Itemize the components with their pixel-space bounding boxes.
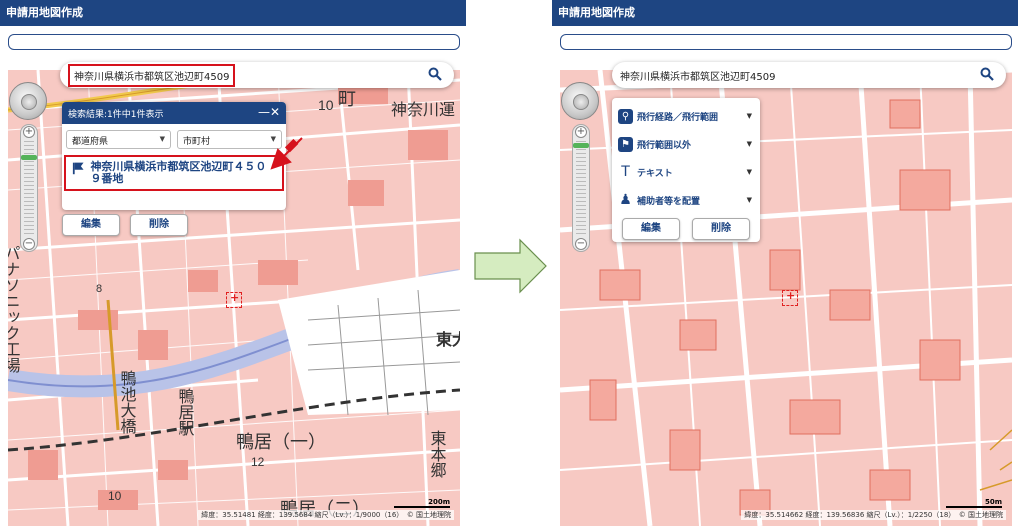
text-icon: T xyxy=(621,163,630,180)
svg-text:12: 12 xyxy=(251,455,265,469)
coordinates-readout: 緯度：35.514662 経度：139.56836 縮尺（Lv.）：1/2250… xyxy=(741,510,1006,520)
chevron-down-icon: ▼ xyxy=(746,112,752,120)
zoom-out-icon[interactable]: − xyxy=(23,238,35,250)
zoom-in-icon[interactable]: + xyxy=(23,126,35,138)
tool-text[interactable]: T テキスト ▼ xyxy=(618,158,754,186)
tool-flight-path[interactable]: ⚲ 飛行経路／飛行範囲 ▼ xyxy=(618,102,754,130)
result-count: 検索結果:1件中1件表示 xyxy=(68,110,164,120)
svg-text:鴨居（一）: 鴨居（一） xyxy=(236,432,326,452)
prefecture-select-value: 都道府県 xyxy=(72,137,109,147)
edit-button[interactable]: 編集 xyxy=(62,214,120,236)
result-item-label: 神奈川県横浜市都筑区池辺町４５０９番地 xyxy=(90,160,267,185)
svg-text:東大: 東大 xyxy=(436,330,460,349)
delete-button[interactable]: 削除 xyxy=(692,218,750,240)
coordinates-readout: 緯度：35.51481 経度：139.5684 縮尺（Lv.）：1/9000（1… xyxy=(198,510,454,520)
search-icon[interactable] xyxy=(980,67,994,81)
zoom-knob[interactable] xyxy=(573,143,589,148)
zoom-ticks xyxy=(576,141,586,237)
search-result-panel: 検索結果:1件中1件表示 —✕ 都道府県 ▼ 市町村 ▼ 神奈川県横浜市都筑区池… xyxy=(62,102,286,210)
scale-bar: 200m xyxy=(394,498,450,508)
svg-text:鴨居駅: 鴨居駅 xyxy=(176,388,195,436)
pan-control[interactable] xyxy=(561,82,599,120)
svg-text:東本郷: 東本郷 xyxy=(428,430,447,478)
right-panel: 申請用地図作成 50m 緯度：35.514662 xyxy=(552,0,1018,530)
prefecture-select[interactable]: 都道府県 ▼ xyxy=(66,130,171,149)
city-select[interactable]: 市町村 ▼ xyxy=(177,130,282,149)
delete-button[interactable]: 削除 xyxy=(130,214,188,236)
drawing-tool-panel: ⚲ 飛行経路／飛行範囲 ▼ ⚑ 飛行範囲以外 ▼ T テキスト ▼ ♟ 補助者等… xyxy=(612,98,760,242)
search-bar[interactable]: 神奈川県横浜市都筑区池辺町4509 xyxy=(612,62,1006,88)
svg-text:10: 10 xyxy=(318,97,334,113)
search-input[interactable]: 神奈川県横浜市都筑区池辺町4509 xyxy=(68,63,236,87)
action-buttons: 編集 削除 xyxy=(62,214,188,236)
city-select-value: 市町村 xyxy=(183,137,211,147)
zoom-in-icon[interactable]: + xyxy=(575,126,587,138)
svg-text:町: 町 xyxy=(338,89,356,109)
transition-arrow-icon xyxy=(474,238,547,294)
close-icon[interactable]: —✕ xyxy=(258,105,280,119)
top-input[interactable] xyxy=(560,34,1012,50)
area-pin-icon: ⚑ xyxy=(618,136,633,152)
app-title: 申請用地図作成 xyxy=(0,0,466,26)
scale-bar: 50m xyxy=(946,498,1002,508)
result-item[interactable]: 神奈川県横浜市都筑区池辺町４５０９番地 xyxy=(64,155,284,191)
top-input[interactable] xyxy=(8,34,460,50)
pan-control[interactable] xyxy=(9,82,47,120)
tool-label: 飛行経路／飛行範囲 xyxy=(637,112,719,123)
zoom-knob[interactable] xyxy=(21,155,37,160)
search-icon[interactable] xyxy=(428,67,442,81)
zoom-out-icon[interactable]: − xyxy=(575,238,587,250)
tool-label: 補助者等を配置 xyxy=(637,196,701,207)
chevron-down-icon: ▼ xyxy=(746,196,752,204)
search-bar[interactable]: 神奈川県横浜市都筑区池辺町4509 xyxy=(60,62,454,88)
chevron-down-icon: ▼ xyxy=(746,140,752,148)
app-title: 申請用地図作成 xyxy=(552,0,1018,26)
tool-assistant[interactable]: ♟ 補助者等を配置 ▼ xyxy=(618,186,754,214)
search-input[interactable]: 神奈川県横浜市都筑区池辺町4509 xyxy=(620,68,775,83)
person-icon: ♟ xyxy=(619,191,632,208)
red-arrow-pointer xyxy=(270,137,303,170)
result-header: 検索結果:1件中1件表示 —✕ xyxy=(62,102,286,124)
location-marker xyxy=(782,289,798,306)
svg-text:鴨池大橋: 鴨池大橋 xyxy=(118,370,137,435)
svg-text:神奈川運: 神奈川運 xyxy=(391,101,455,119)
person-pin-icon: ⚲ xyxy=(618,108,633,124)
chevron-down-icon: ▼ xyxy=(746,168,752,176)
chevron-down-icon: ▼ xyxy=(159,135,165,143)
svg-text:10: 10 xyxy=(108,489,122,503)
flag-icon xyxy=(72,162,84,175)
zoom-slider[interactable]: + − xyxy=(572,124,590,252)
tool-label: 飛行範囲以外 xyxy=(637,140,692,151)
left-panel: 申請用地図作成 10 町 神奈川運 パナソニック工場 8 鴨池大橋 鴨居駅 鴨居… xyxy=(0,0,466,530)
tool-outside-area[interactable]: ⚑ 飛行範囲以外 ▼ xyxy=(618,130,754,158)
zoom-slider[interactable]: + − xyxy=(20,124,38,252)
svg-text:8: 8 xyxy=(96,283,102,295)
location-marker xyxy=(226,291,242,308)
tool-label: テキスト xyxy=(637,168,673,179)
edit-button[interactable]: 編集 xyxy=(622,218,680,240)
